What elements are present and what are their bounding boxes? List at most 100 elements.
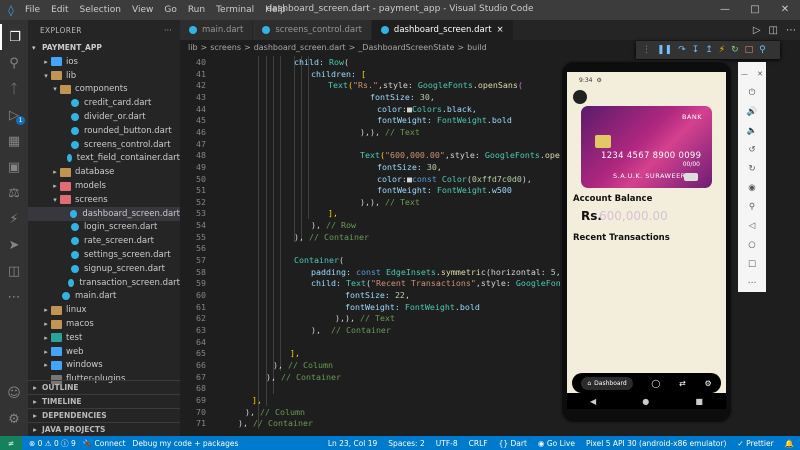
section-dependencies[interactable]: ▸ DEPENDENCIES	[28, 408, 180, 422]
menu-view[interactable]: View	[132, 5, 153, 15]
tree-item[interactable]: ▸ models	[28, 179, 180, 193]
tree-item[interactable]: ▸ linux	[28, 303, 180, 317]
maximize-icon[interactable]: □	[740, 0, 770, 20]
problems-indicator[interactable]: ⊗ 0 ⚠ 0 ⓘ 9	[29, 438, 76, 449]
tree-item[interactable]: ▾ lib	[28, 69, 180, 83]
rotate-left-icon[interactable]: ↺	[748, 140, 755, 159]
section-java-projects[interactable]: ▸ JAVA PROJECTS	[28, 422, 180, 436]
remote-icon[interactable]: ≠	[0, 436, 22, 450]
testing-icon[interactable]: ⚖	[0, 180, 28, 206]
emulator-minimize-icon[interactable]: —	[741, 70, 748, 78]
emu-more-icon[interactable]: ⋯	[748, 273, 757, 292]
app-button-icon[interactable]	[573, 90, 587, 104]
flutter-icon[interactable]: ⚡	[0, 206, 28, 232]
run-icon[interactable]: ▷	[753, 25, 761, 36]
tab-main-dart[interactable]: main.dart	[180, 20, 254, 40]
end-of-line[interactable]: CRLF	[469, 439, 488, 448]
section-outline[interactable]: ▸ OUTLINE	[28, 380, 180, 394]
tree-item[interactable]: divider_or.dart	[28, 110, 180, 124]
nav-money-icon[interactable]: ◯	[651, 379, 660, 388]
menu-file[interactable]: File	[25, 5, 40, 15]
tree-item[interactable]: ▾ screens	[28, 193, 180, 207]
tree-item[interactable]: rate_screen.dart	[28, 234, 180, 248]
tree-item[interactable]: ▸ web	[28, 345, 180, 359]
step-into-icon[interactable]: ↧	[692, 45, 700, 55]
workspace-root[interactable]: ▾ PAYMENT_APP	[28, 40, 180, 55]
extensions-icon[interactable]: ▦	[0, 128, 28, 154]
emu-overview-icon[interactable]: □	[748, 254, 756, 273]
tree-item[interactable]: ▾ components	[28, 83, 180, 97]
database-icon[interactable]: ◫	[0, 258, 28, 284]
breadcrumb-item[interactable]: screens	[210, 43, 241, 52]
tree-item[interactable]: ▸ windows	[28, 359, 180, 373]
volume-up-icon[interactable]: 🔊	[747, 102, 758, 121]
zoom-icon[interactable]: ⚲	[749, 197, 755, 216]
devtools-search-icon[interactable]: ⚲	[759, 45, 766, 55]
search-icon[interactable]: ⚲	[0, 50, 28, 76]
source-control-icon[interactable]: ᛏ	[0, 76, 28, 102]
indentation[interactable]: Spaces: 2	[388, 439, 424, 448]
tree-item[interactable]: signup_screen.dart	[28, 262, 180, 276]
menu-selection[interactable]: Selection	[80, 5, 121, 15]
explorer-icon[interactable]: ❐	[0, 24, 28, 50]
menu-edit[interactable]: Edit	[51, 5, 68, 15]
menu-terminal[interactable]: Terminal	[216, 5, 254, 15]
pause-icon[interactable]: ❚❚	[657, 45, 672, 55]
go-live-button[interactable]: ◉ Go Live	[538, 439, 575, 448]
nav-transfer-icon[interactable]: ⇄	[679, 379, 686, 388]
emu-back-icon[interactable]: ◁	[749, 216, 756, 235]
tree-item[interactable]: ▸ database	[28, 165, 180, 179]
account-icon[interactable]: ☺	[0, 380, 28, 406]
tree-item[interactable]: ▸ ios	[28, 55, 180, 69]
tree-item[interactable]: dashboard_screen.dart	[28, 206, 180, 221]
emu-home-icon[interactable]: ○	[748, 235, 755, 254]
tree-item[interactable]: settings_screen.dart	[28, 248, 180, 262]
menu-go[interactable]: Go	[164, 5, 176, 15]
tree-item[interactable]: transaction_screen.dart	[28, 276, 180, 290]
step-over-icon[interactable]: ↷	[678, 45, 686, 55]
notifications-icon[interactable]: 🔔	[785, 439, 794, 448]
breadcrumb-item[interactable]: _DashboardScreenState	[358, 43, 454, 52]
language-mode[interactable]: {} Dart	[499, 439, 527, 448]
restart-icon[interactable]: ↻	[731, 45, 739, 55]
more-actions-icon[interactable]: ⋯	[786, 25, 796, 36]
back-icon[interactable]: ◀	[590, 397, 596, 406]
device-selector[interactable]: Pixel 5 API 30 (android-x86 emulator)	[586, 439, 726, 448]
nav-settings-icon[interactable]: ⚙	[704, 379, 711, 388]
close-tab-icon[interactable]: ×	[497, 25, 504, 35]
more-icon[interactable]: ⋯	[0, 284, 28, 310]
nav-dashboard[interactable]: ⌂ Dashboard	[581, 376, 633, 390]
tree-item[interactable]: login_screen.dart	[28, 221, 180, 235]
rotate-right-icon[interactable]: ↻	[748, 159, 755, 178]
tab-screens-control-dart[interactable]: screens_control.dart	[253, 20, 372, 40]
tree-item[interactable]: screens_control.dart	[28, 138, 180, 152]
minimize-icon[interactable]: —	[710, 0, 740, 20]
split-editor-icon[interactable]: ◫	[769, 25, 778, 36]
tree-item[interactable]: ▸ test	[28, 331, 180, 345]
hot-reload-icon[interactable]: ⚡	[719, 45, 725, 55]
camera-icon[interactable]: ◉	[748, 178, 755, 197]
power-icon[interactable]: ⏻	[749, 83, 756, 102]
tree-item[interactable]: main.dart	[28, 290, 180, 304]
tree-item[interactable]: ▸ macos	[28, 317, 180, 331]
tree-item[interactable]: credit_card.dart	[28, 96, 180, 110]
breadcrumb-item[interactable]: lib	[188, 43, 198, 52]
close-icon[interactable]: ✕	[770, 0, 800, 20]
connect-item[interactable]: 🔌 Connect	[83, 439, 126, 448]
gear-icon[interactable]: ⚙	[0, 406, 28, 432]
tree-item[interactable]: text_field_container.dart	[28, 152, 180, 166]
run-debug-icon[interactable]: ▷ 1	[0, 102, 28, 128]
remote-explorer-icon[interactable]: ▣	[0, 154, 28, 180]
menu-help[interactable]: Help	[265, 5, 286, 15]
tab-dashboard-screen-dart[interactable]: dashboard_screen.dart ×	[371, 20, 514, 40]
breadcrumb-item[interactable]: build	[467, 43, 487, 52]
drag-handle-icon[interactable]: ⋮	[642, 45, 651, 55]
menu-run[interactable]: Run	[188, 5, 205, 15]
prettier-item[interactable]: ✓ Prettier	[737, 439, 773, 448]
live-share-icon[interactable]: ➤	[0, 232, 28, 258]
stop-icon[interactable]: □	[745, 45, 754, 55]
section-timeline[interactable]: ▸ TIMELINE	[28, 394, 180, 408]
step-out-icon[interactable]: ↥	[705, 45, 713, 55]
debug-mode-item[interactable]: Debug my code + packages	[133, 439, 239, 448]
encoding[interactable]: UTF-8	[436, 439, 458, 448]
